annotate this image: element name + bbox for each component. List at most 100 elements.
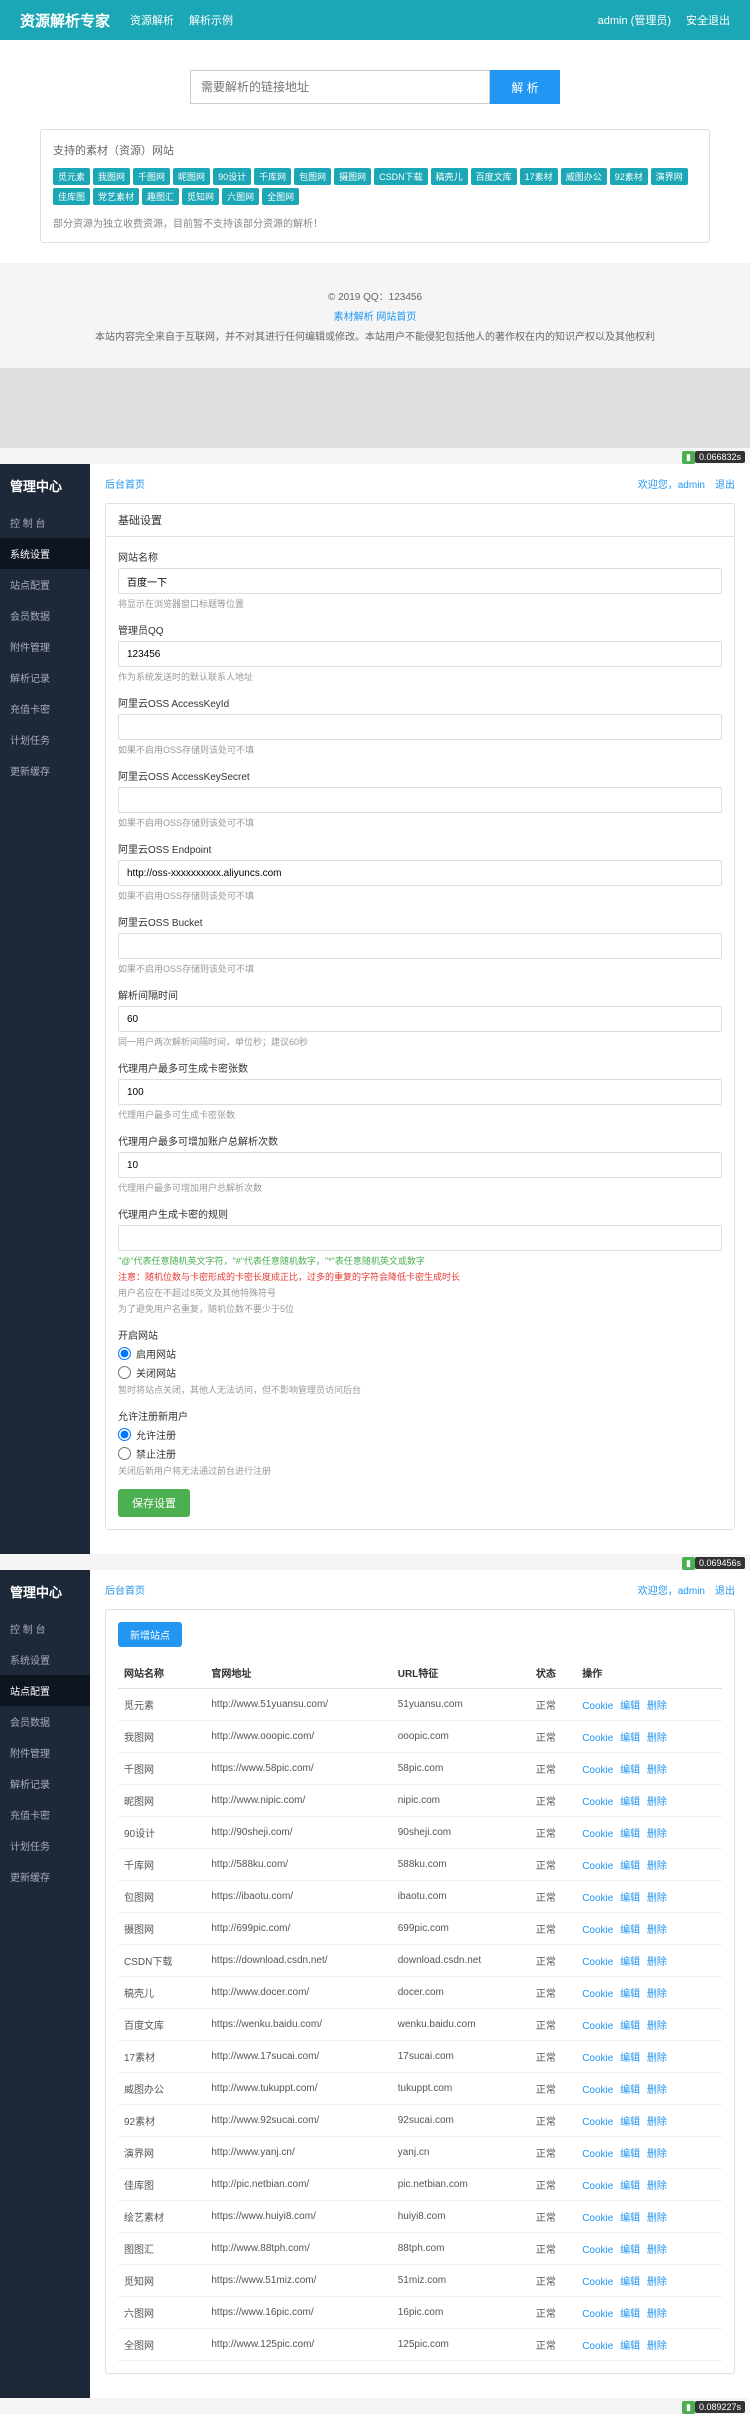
parse_interval-input[interactable] [118,1006,722,1032]
row-action-Cookie[interactable]: Cookie [582,1797,613,1808]
row-action-编辑[interactable]: 编辑 [620,1829,640,1840]
row-action-删除[interactable]: 删除 [647,1925,667,1936]
admin_qq-input[interactable] [118,641,722,667]
sidebar-item[interactable]: 附件管理 [0,631,90,662]
support-tag[interactable]: 我图网 [93,168,130,185]
sidebar-item[interactable]: 系统设置 [0,538,90,569]
card_rule-input[interactable] [118,1225,722,1251]
row-action-删除[interactable]: 删除 [647,2085,667,2096]
row-action-编辑[interactable]: 编辑 [620,2085,640,2096]
row-action-编辑[interactable]: 编辑 [620,1797,640,1808]
row-action-编辑[interactable]: 编辑 [620,2149,640,2160]
support-tag[interactable]: 17素材 [520,168,558,185]
row-action-删除[interactable]: 删除 [647,1765,667,1776]
sidebar-item[interactable]: 控 制 台 [0,1613,90,1644]
sidebar-item[interactable]: 站点配置 [0,569,90,600]
sidebar-item[interactable]: 站点配置 [0,1675,90,1706]
row-action-删除[interactable]: 删除 [647,2149,667,2160]
row-action-Cookie[interactable]: Cookie [582,2053,613,2064]
row-action-删除[interactable]: 删除 [647,2053,667,2064]
row-action-Cookie[interactable]: Cookie [582,1861,613,1872]
sidebar-item[interactable]: 更新缓存 [0,1861,90,1892]
row-action-删除[interactable]: 删除 [647,1957,667,1968]
support-tag[interactable]: 90设计 [213,168,251,185]
support-tag[interactable]: 演界网 [651,168,688,185]
support-tag[interactable]: 佳库图 [53,188,90,205]
row-action-Cookie[interactable]: Cookie [582,1765,613,1776]
breadcrumb[interactable]: 后台首页 [105,476,145,491]
row-action-编辑[interactable]: 编辑 [620,2309,640,2320]
row-action-删除[interactable]: 删除 [647,2341,667,2352]
support-tag[interactable]: 觅元素 [53,168,90,185]
sidebar-item[interactable]: 解析记录 [0,662,90,693]
row-action-编辑[interactable]: 编辑 [620,1893,640,1904]
user-link[interactable]: admin (管理员) [598,12,671,28]
support-tag[interactable]: 92素材 [610,168,648,185]
sidebar-item[interactable]: 会员数据 [0,1706,90,1737]
row-action-删除[interactable]: 删除 [647,2309,667,2320]
support-tag[interactable]: 包图网 [294,168,331,185]
add-site-button[interactable]: 新增站点 [118,1622,182,1647]
row-action-Cookie[interactable]: Cookie [582,1957,613,1968]
row-action-编辑[interactable]: 编辑 [620,2053,640,2064]
row-action-Cookie[interactable]: Cookie [582,1925,613,1936]
oss_endpoint-input[interactable] [118,860,722,886]
support-tag[interactable]: 稿壳儿 [431,168,468,185]
sidebar-item[interactable]: 解析记录 [0,1768,90,1799]
max_cards-input[interactable] [118,1079,722,1105]
row-action-删除[interactable]: 删除 [647,2213,667,2224]
support-tag[interactable]: 百度文库 [471,168,517,185]
site_name-input[interactable] [118,568,722,594]
row-action-Cookie[interactable]: Cookie [582,2309,613,2320]
nav-parse[interactable]: 资源解析 [130,12,174,28]
row-action-删除[interactable]: 删除 [647,2277,667,2288]
row-action-编辑[interactable]: 编辑 [620,1701,640,1712]
row-action-Cookie[interactable]: Cookie [582,1893,613,1904]
row-action-编辑[interactable]: 编辑 [620,1733,640,1744]
parse-url-input[interactable] [190,70,490,104]
row-action-Cookie[interactable]: Cookie [582,2213,613,2224]
row-action-编辑[interactable]: 编辑 [620,2245,640,2256]
row-action-Cookie[interactable]: Cookie [582,2021,613,2032]
row-action-删除[interactable]: 删除 [647,1861,667,1872]
row-action-编辑[interactable]: 编辑 [620,1989,640,2000]
row-action-编辑[interactable]: 编辑 [620,1765,640,1776]
row-action-删除[interactable]: 删除 [647,1733,667,1744]
sidebar-item[interactable]: 计划任务 [0,724,90,755]
oss_bucket-input[interactable] [118,933,722,959]
row-action-删除[interactable]: 删除 [647,2181,667,2192]
row-action-Cookie[interactable]: Cookie [582,1733,613,1744]
row-action-删除[interactable]: 删除 [647,2021,667,2032]
max_parse-input[interactable] [118,1152,722,1178]
support-tag[interactable]: 趣图汇 [142,188,179,205]
row-action-Cookie[interactable]: Cookie [582,2085,613,2096]
row-action-编辑[interactable]: 编辑 [620,1957,640,1968]
row-action-编辑[interactable]: 编辑 [620,2117,640,2128]
sidebar-item[interactable]: 计划任务 [0,1830,90,1861]
reg-on-radio[interactable]: 允许注册 [118,1427,722,1442]
sidebar-item[interactable]: 更新缓存 [0,755,90,786]
save-settings-button[interactable]: 保存设置 [118,1489,190,1517]
admin-logout[interactable]: 退出 [715,476,735,491]
row-action-Cookie[interactable]: Cookie [582,2181,613,2192]
sidebar-item[interactable]: 充值卡密 [0,693,90,724]
breadcrumb-2[interactable]: 后台首页 [105,1582,145,1597]
support-tag[interactable]: 觅知网 [182,188,219,205]
site-on-radio[interactable]: 启用网站 [118,1346,722,1361]
row-action-Cookie[interactable]: Cookie [582,2341,613,2352]
row-action-删除[interactable]: 删除 [647,1893,667,1904]
sidebar-item[interactable]: 系统设置 [0,1644,90,1675]
row-action-删除[interactable]: 删除 [647,1797,667,1808]
support-tag[interactable]: 千库网 [254,168,291,185]
row-action-Cookie[interactable]: Cookie [582,2245,613,2256]
support-tag[interactable]: 昵图网 [173,168,210,185]
row-action-编辑[interactable]: 编辑 [620,2181,640,2192]
oss_secret-input[interactable] [118,787,722,813]
sidebar-item[interactable]: 附件管理 [0,1737,90,1768]
row-action-Cookie[interactable]: Cookie [582,2149,613,2160]
support-tag[interactable]: CSDN下载 [374,168,428,185]
logout-link[interactable]: 安全退出 [686,12,730,28]
support-tag[interactable]: 摄图网 [334,168,371,185]
support-tag[interactable]: 全图网 [262,188,299,205]
row-action-Cookie[interactable]: Cookie [582,1829,613,1840]
